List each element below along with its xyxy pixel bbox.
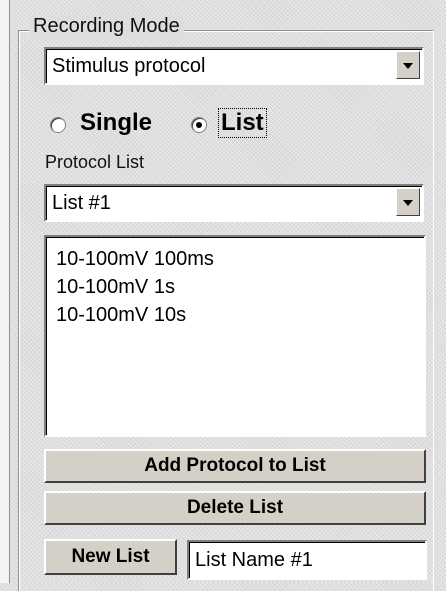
radio-list[interactable] bbox=[191, 117, 207, 133]
recording-mode-select[interactable]: Stimulus protocol bbox=[44, 47, 424, 85]
list-name-value: List Name #1 bbox=[195, 549, 313, 571]
list-item[interactable]: 10-100mV 100ms bbox=[56, 245, 214, 273]
chevron-down-icon[interactable] bbox=[396, 51, 420, 79]
protocol-list-value: List #1 bbox=[52, 192, 111, 214]
protocol-listbox[interactable]: 10-100mV 100ms 10-100mV 1s 10-100mV 10s bbox=[44, 235, 426, 437]
group-title: Recording Mode bbox=[29, 14, 184, 38]
new-list-button[interactable]: New List bbox=[44, 539, 177, 575]
protocol-list-label: Protocol List bbox=[45, 152, 145, 172]
list-item[interactable]: 10-100mV 10s bbox=[56, 301, 214, 329]
chevron-down-icon[interactable] bbox=[396, 188, 420, 216]
list-item[interactable]: 10-100mV 1s bbox=[56, 273, 214, 301]
radio-single[interactable] bbox=[50, 117, 66, 133]
delete-list-button[interactable]: Delete List bbox=[44, 491, 426, 525]
recording-mode-value: Stimulus protocol bbox=[52, 55, 206, 77]
radio-list-label[interactable]: List bbox=[218, 108, 267, 138]
add-protocol-button[interactable]: Add Protocol to List bbox=[44, 449, 426, 483]
left-edge-strip bbox=[0, 0, 10, 583]
protocol-list-select[interactable]: List #1 bbox=[44, 184, 424, 222]
list-name-input[interactable]: List Name #1 bbox=[187, 540, 427, 580]
radio-single-label[interactable]: Single bbox=[80, 109, 152, 137]
